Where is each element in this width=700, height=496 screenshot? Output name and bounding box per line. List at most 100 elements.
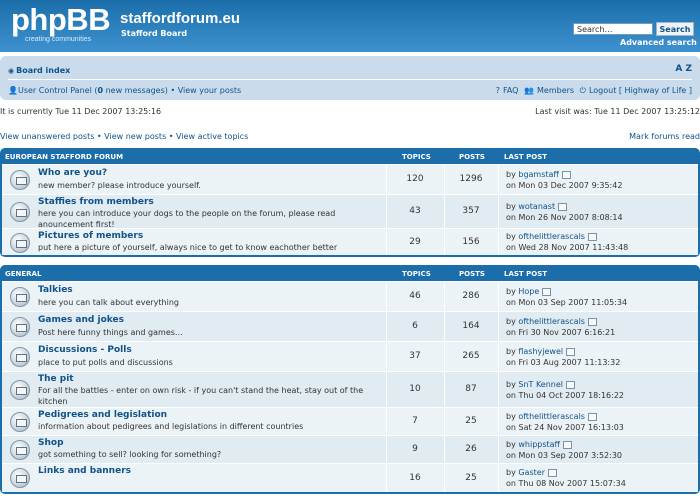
forum-title-link[interactable]: Links and banners: [38, 466, 131, 476]
logout-link[interactable]: Logout [ Highway of Life ]: [589, 86, 692, 95]
topics-count: 16: [409, 473, 421, 483]
column-divider: [498, 195, 499, 228]
posts-count: 87: [465, 384, 477, 394]
last-post-author[interactable]: ofthelittlerascals: [518, 412, 585, 421]
members-link[interactable]: Members: [537, 86, 574, 95]
forum-title-link[interactable]: Shop: [38, 438, 64, 448]
search-input[interactable]: Search…: [573, 23, 653, 35]
topics-count: 43: [409, 206, 421, 216]
site-title[interactable]: staffordforum.eu: [120, 10, 240, 27]
forum-read-icon: [10, 317, 30, 337]
last-post: by SnT Kennel on Thu 04 Oct 2007 18:16:22: [506, 380, 625, 400]
view-latest-post-icon[interactable]: [542, 287, 552, 296]
forum-description: here you can introduce your dogs to the …: [38, 209, 336, 229]
forum-read-icon: [10, 233, 30, 253]
last-post-author[interactable]: ofthelittlerascals: [518, 232, 585, 241]
forum-read-icon: [10, 380, 30, 400]
column-divider: [498, 229, 499, 255]
font-size-toggle[interactable]: A Z: [675, 64, 692, 74]
last-post-author[interactable]: SnT Kennel: [518, 380, 563, 389]
last-post-author[interactable]: whippstaff: [518, 440, 560, 449]
forum-read-icon: [10, 202, 30, 222]
last-post-date: on Sat 24 Nov 2007 16:13:03: [506, 423, 624, 432]
phpbb-logo[interactable]: phpBB: [11, 4, 111, 36]
view-latest-post-icon[interactable]: [547, 468, 557, 477]
forum-description: information about pedigrees and legislat…: [38, 422, 304, 431]
view-latest-post-icon[interactable]: [566, 347, 576, 356]
last-post-author[interactable]: wotanast: [518, 202, 555, 211]
forum-row: Pedigrees and legislation information ab…: [2, 407, 698, 435]
view-latest-post-icon[interactable]: [587, 232, 597, 241]
posts-column-header: POSTS: [459, 153, 485, 161]
search-button[interactable]: Search: [656, 22, 694, 36]
members-icon: 👥: [524, 86, 534, 95]
view-latest-post-icon[interactable]: [566, 380, 575, 389]
current-time: It is currently Tue 11 Dec 2007 13:25:16: [0, 107, 162, 116]
forum-row: Talkies here you can talk about everythi…: [2, 281, 698, 311]
board-index-link[interactable]: Board index: [16, 66, 70, 75]
navbar-divider: [8, 79, 692, 80]
topics-count: 7: [412, 416, 418, 426]
forum-title-link[interactable]: Pedigrees and legislation: [38, 410, 167, 420]
column-divider: [498, 372, 499, 407]
last-post: by ofthelittlerascals on Sat 24 Nov 2007 …: [506, 412, 624, 432]
advanced-search-link[interactable]: Advanced search: [620, 38, 697, 47]
forum-title-link[interactable]: Pictures of members: [38, 231, 143, 241]
last-post: by bgamstaff on Mon 03 Dec 2007 9:35:42: [506, 170, 623, 190]
ucp-label: User Control Panel (: [17, 86, 98, 95]
forum-description: Post here funny things and games…: [38, 328, 183, 337]
last-post-author[interactable]: Gaster: [518, 468, 545, 477]
topics-count: 120: [406, 174, 424, 184]
last-post-author[interactable]: ofthelittlerascals: [518, 317, 585, 326]
forum-title-link[interactable]: Discussions - Polls: [38, 345, 132, 355]
forum-title-link[interactable]: Staffies from members: [38, 197, 154, 207]
view-latest-post-icon[interactable]: [558, 202, 568, 211]
mark-forums-read-link[interactable]: Mark forums read: [629, 132, 700, 141]
view-latest-post-icon[interactable]: [587, 412, 597, 421]
last-post-author[interactable]: bgamstaff: [518, 170, 559, 179]
category-title[interactable]: EUROPEAN STAFFORD FORUM: [5, 153, 123, 161]
forum-read-icon: [10, 170, 30, 190]
category-title[interactable]: GENERAL: [5, 270, 41, 278]
forum-title-link[interactable]: Who are you?: [38, 168, 107, 178]
breadcrumb: ◉ Board index: [8, 66, 70, 75]
last-post-date: on Mon 03 Sep 2007 3:52:30: [506, 451, 623, 460]
forum-row: Discussions - Polls place to put polls a…: [2, 341, 698, 371]
category-european-stafford-forum: EUROPEAN STAFFORD FORUM TOPICS POSTS LAS…: [0, 148, 700, 257]
last-post-author[interactable]: Hope: [518, 287, 539, 296]
topics-count: 10: [409, 384, 421, 394]
view-latest-post-icon[interactable]: [561, 170, 571, 179]
column-divider: [498, 436, 499, 463]
category-header: EUROPEAN STAFFORD FORUM TOPICS POSTS LAS…: [0, 148, 700, 164]
column-divider: [498, 282, 499, 311]
forum-title-link[interactable]: Games and jokes: [38, 315, 124, 325]
forum-read-icon: [10, 412, 30, 432]
ucp-link[interactable]: 👤User Control Panel (0 new messages) • V…: [8, 86, 241, 95]
topics-column-header: TOPICS: [402, 153, 431, 161]
site-header: phpBB creating communities staffordforum…: [0, 0, 700, 52]
last-post: by Gaster on Thu 08 Nov 2007 15:07:34: [506, 468, 626, 488]
view-links[interactable]: View unanswered posts • View new posts •…: [0, 132, 248, 141]
faq-link[interactable]: FAQ: [503, 86, 519, 95]
view-latest-post-icon[interactable]: [563, 440, 573, 449]
forum-row: Shop got something to sell? looking for …: [2, 435, 698, 463]
forum-row: Links and banners 16 25 by Gaster on Thu …: [2, 463, 698, 492]
last-post-date: on Mon 26 Nov 2007 8:08:14: [506, 213, 623, 222]
column-divider: [498, 342, 499, 371]
last-post-date: on Fri 30 Nov 2007 6:16:21: [506, 328, 616, 337]
forum-title-link[interactable]: The pit: [38, 374, 74, 384]
column-divider: [498, 312, 499, 341]
last-visit: Last visit was: Tue 11 Dec 2007 13:25:12: [535, 107, 700, 116]
forum-title-link[interactable]: Talkies: [38, 285, 73, 295]
view-latest-post-icon[interactable]: [587, 317, 597, 326]
forum-read-icon: [10, 440, 30, 460]
last-post-date: on Thu 04 Oct 2007 18:16:22: [506, 391, 625, 400]
posts-count: 26: [465, 444, 477, 454]
category-general: GENERAL TOPICS POSTS LAST POST Talkies h…: [0, 265, 700, 494]
last-post-date: on Thu 08 Nov 2007 15:07:34: [506, 479, 626, 488]
posts-count: 25: [465, 416, 477, 426]
topics-count: 9: [412, 444, 418, 454]
posts-column-header: POSTS: [459, 270, 485, 278]
user-icon: 👤: [8, 86, 18, 95]
last-post-author[interactable]: flashyjewel: [518, 347, 563, 356]
